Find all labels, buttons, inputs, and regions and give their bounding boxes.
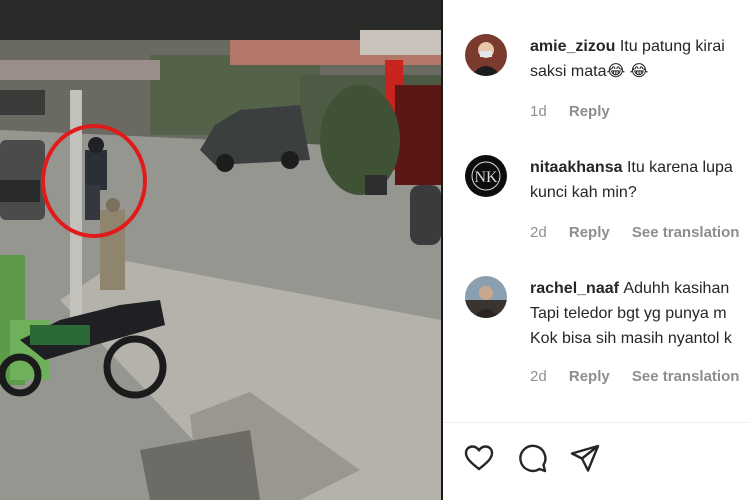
see-translation-button[interactable]: See translation: [632, 368, 740, 385]
video-still[interactable]: [0, 0, 441, 500]
svg-text:NK: NK: [474, 169, 498, 186]
comment-text-line: Itu patung kirai: [619, 38, 725, 55]
heart-icon[interactable]: [463, 442, 495, 474]
avatar[interactable]: [465, 276, 507, 318]
comment-timestamp: 2d: [530, 368, 547, 385]
action-bar: [443, 422, 750, 500]
reply-button[interactable]: Reply: [569, 368, 610, 385]
comment-text-line: kunci kah min?: [530, 184, 637, 201]
comment-timestamp: 2d: [530, 224, 547, 241]
avatar[interactable]: NK: [465, 155, 507, 197]
comment-username[interactable]: nitaakhansa: [530, 159, 622, 176]
comment-text-line: Itu karena lupa: [626, 159, 733, 176]
avatar[interactable]: [465, 34, 507, 76]
comment-text-line: Tapi teledor bgt yg punya m: [530, 305, 727, 322]
comment-timestamp: 1d: [530, 103, 547, 120]
reply-button[interactable]: Reply: [569, 224, 610, 241]
comments-panel[interactable]: amie_zizou Itu patung kirai saksi mata😂 …: [443, 0, 750, 422]
share-icon[interactable]: [569, 442, 601, 474]
comment-text-line: saksi mata😂 😂: [530, 63, 649, 80]
comment-text-line: Aduhh kasihan: [623, 280, 730, 297]
comment-username[interactable]: amie_zizou: [530, 38, 615, 55]
comment-username[interactable]: rachel_naaf: [530, 280, 619, 297]
cctv-scene: [0, 0, 441, 500]
comment-icon[interactable]: [516, 442, 548, 474]
see-translation-button[interactable]: See translation: [632, 224, 740, 241]
reply-button[interactable]: Reply: [569, 103, 610, 120]
comment-text-line: Kok bisa sih masih nyantol k: [530, 330, 732, 347]
